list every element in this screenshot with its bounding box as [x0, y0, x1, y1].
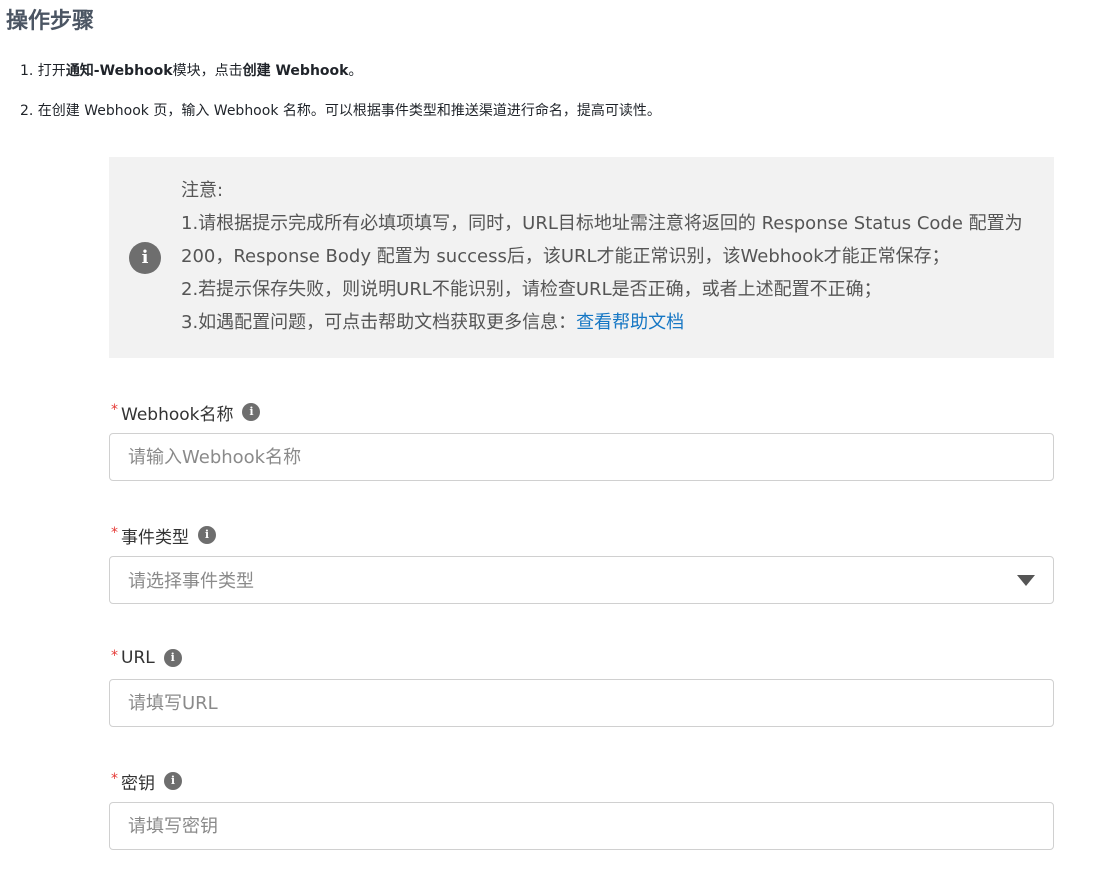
event-type-select[interactable]: 请选择事件类型 [109, 556, 1054, 604]
step-1-suffix: 。 [348, 63, 363, 79]
url-field: * URL i [109, 646, 1054, 727]
step-1-module-name: 通知-Webhook [65, 63, 173, 79]
url-label-row: * URL i [109, 646, 1054, 670]
required-mark: * [111, 402, 118, 418]
secret-input[interactable] [128, 815, 1053, 837]
info-icon: i [129, 242, 161, 274]
url-input-box[interactable] [109, 679, 1054, 727]
event-type-label-row: * 事件类型 i [109, 523, 1054, 548]
url-input[interactable] [128, 692, 1053, 714]
required-mark: * [111, 771, 118, 787]
step-1: 1. 打开通知-Webhook模块，点击创建 Webhook。 [20, 60, 661, 82]
notice-box: i 注意: 1.请根据提示完成所有必填项填写，同时，URL目标地址需注意将返回的… [109, 157, 1054, 358]
help-doc-link[interactable]: 查看帮助文档 [576, 312, 684, 333]
webhook-name-field: * Webhook名称 i [109, 400, 1054, 481]
notice-line-3: 3.如遇配置问题，可点击帮助文档获取更多信息：查看帮助文档 [181, 306, 1043, 339]
event-type-label: 事件类型 [121, 527, 189, 548]
steps-list: 1. 打开通知-Webhook模块，点击创建 Webhook。 2. 在创建 W… [20, 60, 661, 122]
secret-label-row: * 密钥 i [109, 769, 1054, 794]
step-2: 2. 在创建 Webhook 页，输入 Webhook 名称。可以根据事件类型和… [20, 103, 661, 119]
secret-input-box[interactable] [109, 802, 1054, 850]
step-1-prefix: 1. 打开 [20, 63, 66, 79]
info-icon[interactable]: i [164, 772, 182, 790]
event-type-placeholder: 请选择事件类型 [128, 571, 254, 592]
secret-field: * 密钥 i [109, 769, 1054, 850]
secret-label: 密钥 [121, 773, 155, 794]
event-type-field: * 事件类型 i 请选择事件类型 [109, 523, 1054, 604]
caret-down-icon[interactable] [1017, 574, 1035, 586]
webhook-name-label-row: * Webhook名称 i [109, 400, 1054, 425]
section-title: 操作步骤 [6, 9, 95, 34]
notice-body: 注意: 1.请根据提示完成所有必填项填写，同时，URL目标地址需注意将返回的 R… [181, 174, 1043, 339]
url-label: URL [121, 648, 155, 668]
webhook-name-input-box[interactable] [109, 433, 1054, 481]
notice-title: 注意: [181, 180, 224, 201]
required-mark: * [111, 525, 118, 541]
info-icon[interactable]: i [198, 526, 216, 544]
notice-line-3-text: 3.如遇配置问题，可点击帮助文档获取更多信息： [181, 312, 577, 333]
step-1-mid: 模块，点击 [172, 63, 243, 79]
info-icon[interactable]: i [242, 403, 261, 421]
notice-line-2: 2.若提示保存失败，则说明URL不能识别，请检查URL是否正确，或者上述配置不正… [181, 279, 882, 300]
webhook-name-input[interactable] [128, 446, 1053, 468]
notice-line-1: 1.请根据提示完成所有必填项填写，同时，URL目标地址需注意将返回的 Respo… [181, 213, 1023, 267]
step-1-create-webhook: 创建 Webhook [242, 63, 349, 79]
info-icon[interactable]: i [163, 649, 182, 667]
required-mark: * [111, 648, 118, 664]
webhook-name-label: Webhook名称 [121, 404, 234, 425]
webhook-help-page: 操作步骤 1. 打开通知-Webhook模块，点击创建 Webhook。 2. … [0, 0, 1113, 893]
